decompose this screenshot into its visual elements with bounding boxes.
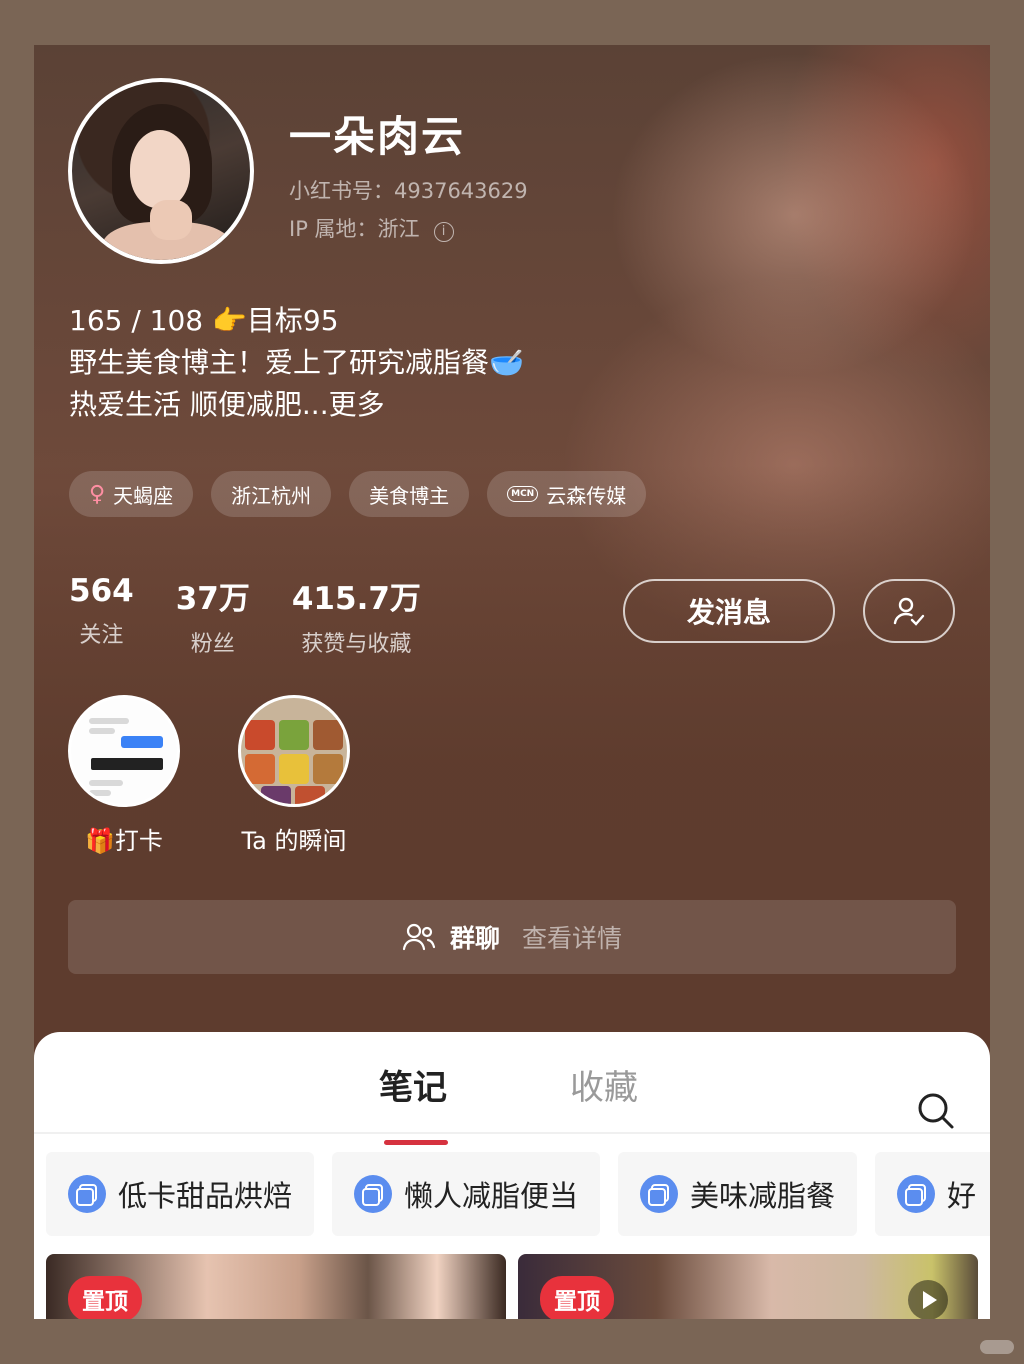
xhs-id: 小红书号：4937643629 <box>289 179 528 203</box>
bio-line: 165 / 108 👉目标95 <box>69 304 339 337</box>
tag-location[interactable]: 浙江杭州 <box>211 471 332 517</box>
play-icon <box>908 1280 948 1319</box>
collection-icon <box>354 1175 393 1213</box>
tag-mcn[interactable]: MCN 云森传媒 <box>487 471 647 517</box>
collection-icon <box>640 1175 679 1213</box>
highlight-moments[interactable]: Ta 的瞬间 <box>238 695 350 856</box>
group-chat-bar[interactable]: 群聊 查看详情 <box>68 900 956 974</box>
active-tab-indicator <box>384 1140 448 1145</box>
stat-following[interactable]: 564 关注 <box>69 573 134 658</box>
ip-location: IP 属地：浙江 i <box>289 213 454 243</box>
tag-role[interactable]: 美食博主 <box>349 471 470 517</box>
note-card[interactable]: 置顶 <box>518 1254 978 1319</box>
collection-label: 好 <box>947 1179 977 1213</box>
stat-label: 关注 <box>79 623 124 648</box>
ip-location-text: IP 属地：浙江 <box>289 217 420 241</box>
collection-item[interactable]: 懒人减脂便当 <box>332 1152 601 1236</box>
content-panel: 笔记 收藏 低卡甜品烘焙 懒人减脂便当 美味减脂餐 好 置顶 置顶 <box>34 1032 990 1319</box>
stat-fans[interactable]: 37万 粉丝 <box>176 573 250 658</box>
tag-label: 美食博主 <box>369 483 450 508</box>
watermark <box>980 1340 1014 1354</box>
note-feed: 置顶 置顶 <box>46 1254 978 1319</box>
collection-label: 美味减脂餐 <box>690 1179 836 1213</box>
collection-label: 懒人减脂便当 <box>404 1179 579 1213</box>
highlight-label: Ta 的瞬间 <box>241 827 347 855</box>
bio-line: 野生美食博主！爱上了研究减脂餐🥣 <box>69 346 524 379</box>
highlight-cover <box>238 695 350 807</box>
collection-list: 低卡甜品烘焙 懒人减脂便当 美味减脂餐 好 <box>46 1152 990 1236</box>
collection-icon <box>897 1175 936 1213</box>
stat-label: 粉丝 <box>190 632 235 657</box>
tag-label: 云森传媒 <box>546 483 627 508</box>
profile-stats: 564 关注 37万 粉丝 415.7万 获赞与收藏 <box>69 573 421 658</box>
user-check-icon <box>893 597 925 626</box>
tag-label: 浙江杭州 <box>231 483 312 508</box>
stat-number: 37万 <box>175 581 250 617</box>
profile-name: 一朵肉云 <box>289 112 466 161</box>
tab-collections[interactable]: 收藏 <box>570 1060 638 1109</box>
bio[interactable]: 165 / 108 👉目标95 野生美食博主！爱上了研究减脂餐🥣 热爱生活 顺便… <box>69 300 524 426</box>
info-icon[interactable]: i <box>433 222 454 242</box>
female-icon: ♀ <box>89 481 106 507</box>
content-tabs: 笔记 收藏 <box>34 1060 990 1145</box>
group-users-icon <box>402 923 436 951</box>
avatar[interactable] <box>68 78 254 264</box>
profile-tags: ♀ 天蝎座 浙江杭州 美食博主 MCN 云森传媒 <box>69 471 647 517</box>
stat-number: 415.7万 <box>291 581 421 617</box>
highlight-cover <box>68 695 180 807</box>
stat-label: 获赞与收藏 <box>301 632 412 657</box>
note-card[interactable]: 置顶 <box>46 1254 506 1319</box>
stat-likes[interactable]: 415.7万 获赞与收藏 <box>292 573 421 658</box>
pinned-badge: 置顶 <box>540 1276 614 1319</box>
collection-icon <box>68 1175 106 1213</box>
stat-number: 564 <box>69 573 134 609</box>
divider <box>34 1132 990 1134</box>
collection-item[interactable]: 美味减脂餐 <box>618 1152 858 1236</box>
search-icon[interactable] <box>917 1092 955 1134</box>
bio-line: 热爱生活 顺便减肥...更多 <box>69 388 385 421</box>
group-chat-link: 查看详情 <box>522 924 623 953</box>
pinned-badge: 置顶 <box>68 1276 142 1319</box>
send-message-button[interactable]: 发消息 <box>623 579 835 643</box>
highlights: 🎁打卡 Ta 的瞬间 <box>68 695 350 856</box>
follow-button[interactable] <box>863 579 955 643</box>
collection-item[interactable]: 好 <box>875 1152 990 1236</box>
profile-screen: 一朵肉云 小红书号：4937643629 IP 属地：浙江 i 165 / 108… <box>34 45 990 1319</box>
collection-label: 低卡甜品烘焙 <box>118 1179 293 1213</box>
group-chat-title: 群聊 <box>449 924 500 953</box>
highlight-checkin[interactable]: 🎁打卡 <box>68 695 180 856</box>
tab-notes[interactable]: 笔记 <box>379 1060 447 1109</box>
tag-label: 天蝎座 <box>113 483 174 508</box>
collection-item[interactable]: 低卡甜品烘焙 <box>46 1152 315 1236</box>
highlight-label: 🎁打卡 <box>85 827 163 855</box>
tag-zodiac[interactable]: ♀ 天蝎座 <box>69 471 194 517</box>
mcn-icon: MCN <box>507 486 539 502</box>
